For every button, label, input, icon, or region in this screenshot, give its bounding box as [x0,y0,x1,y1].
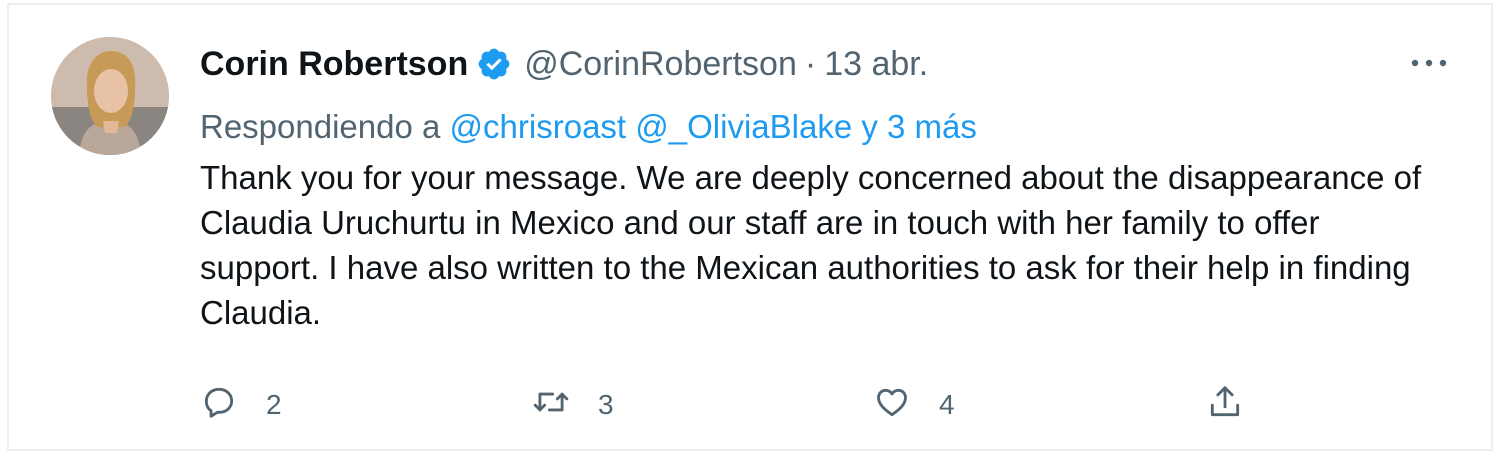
separator-dot: · [804,45,817,83]
heart-icon [873,383,911,428]
avatar-image [51,37,169,155]
tweet-card[interactable]: Corin Robertson @CorinRobertson · 13 abr… [7,3,1493,451]
more-mentions-link[interactable]: y 3 más [861,108,977,145]
mention-link[interactable]: @_OliviaBlake [635,108,852,145]
avatar[interactable] [51,37,169,155]
author-handle[interactable]: @CorinRobertson [524,39,797,89]
tweet-actions: 2 3 4 [200,380,1280,430]
reply-bubble-icon [200,383,238,428]
verified-badge-icon [476,46,512,82]
like-button[interactable]: 4 [873,380,955,430]
replying-prefix: Respondiendo a [200,108,441,145]
more-options-icon[interactable] [1407,45,1451,81]
tweet-text: Thank you for your message. We are deepl… [200,155,1440,335]
author-name[interactable]: Corin Robertson [200,39,468,89]
like-count: 4 [939,389,955,420]
reply-button[interactable]: 2 [200,380,282,430]
retweet-count: 3 [598,389,614,420]
reply-count: 2 [266,389,282,420]
mention-link[interactable]: @chrisroast [450,108,627,145]
tweet-date[interactable]: 13 abr. [824,39,928,89]
tweet-text-content: Thank you for your message. We are deepl… [200,159,1422,331]
share-button[interactable] [1206,380,1244,430]
replying-to-line: Respondiendo a @chrisroast @_OliviaBlake… [200,102,977,152]
tweet-header: Corin Robertson @CorinRobertson · 13 abr… [200,39,928,89]
share-upload-icon [1206,383,1244,428]
retweet-button[interactable]: 3 [532,380,614,430]
retweet-arrows-icon [532,383,570,428]
